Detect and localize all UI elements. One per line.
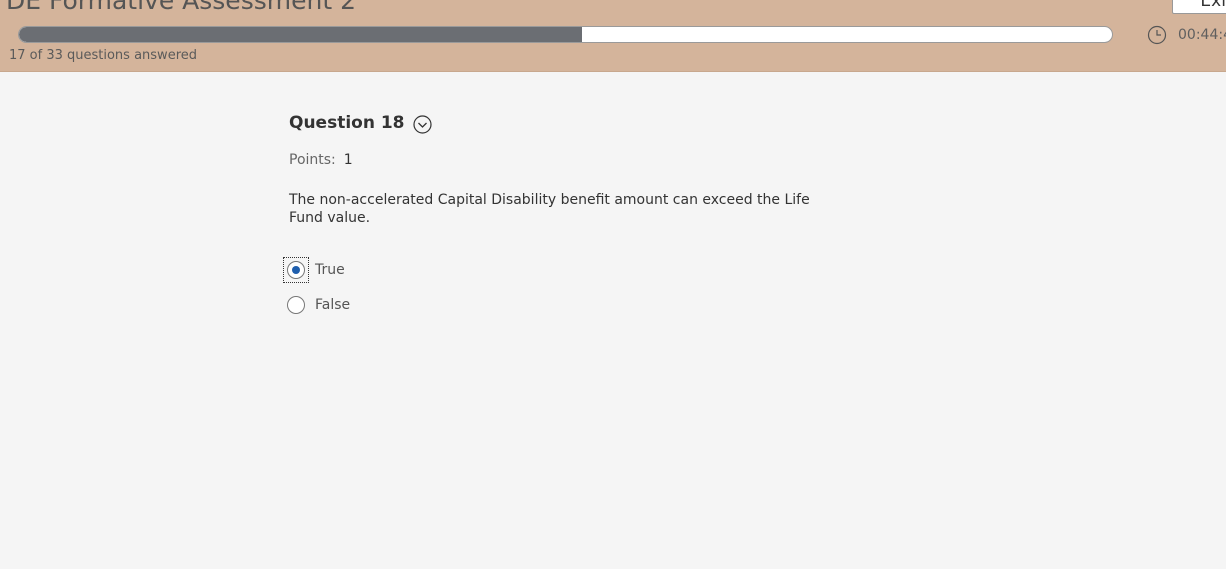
option-label: False <box>315 296 351 313</box>
progress-bar <box>18 26 1113 43</box>
radio-circle <box>287 260 305 279</box>
question-title: Question 18 <box>289 113 405 133</box>
points-row: Points: 1 <box>289 152 829 168</box>
assessment-title: DE Formative Assessment 2 <box>6 0 356 15</box>
points-value: 1 <box>343 152 353 168</box>
chevron-down-icon[interactable] <box>412 114 432 134</box>
option-true[interactable]: True <box>283 252 350 287</box>
answer-options: True False <box>283 252 350 322</box>
question-panel: Question 18 Points: 1 The non-accelerate… <box>283 110 829 314</box>
option-label: True <box>315 261 345 278</box>
option-false[interactable]: False <box>284 287 350 322</box>
points-label: Points: <box>289 152 336 168</box>
radio-selected-dot <box>292 265 300 274</box>
radio-true[interactable] <box>283 256 309 283</box>
clock-icon <box>1147 25 1167 45</box>
timer: 00:44:4 <box>1147 24 1226 46</box>
question-text: The non-accelerated Capital Disability b… <box>289 192 810 226</box>
question-header: Question 18 <box>289 110 829 136</box>
timer-text: 00:44:4 <box>1178 27 1226 43</box>
radio-false[interactable] <box>284 293 308 317</box>
radio-circle <box>287 295 305 314</box>
progress-bar-fill <box>19 27 582 42</box>
exit-button[interactable]: Exit <box>1172 0 1226 14</box>
progress-text: 17 of 33 questions answered <box>9 48 197 63</box>
assessment-header: DE Formative Assessment 2 Exit 17 of 33 … <box>0 0 1226 72</box>
